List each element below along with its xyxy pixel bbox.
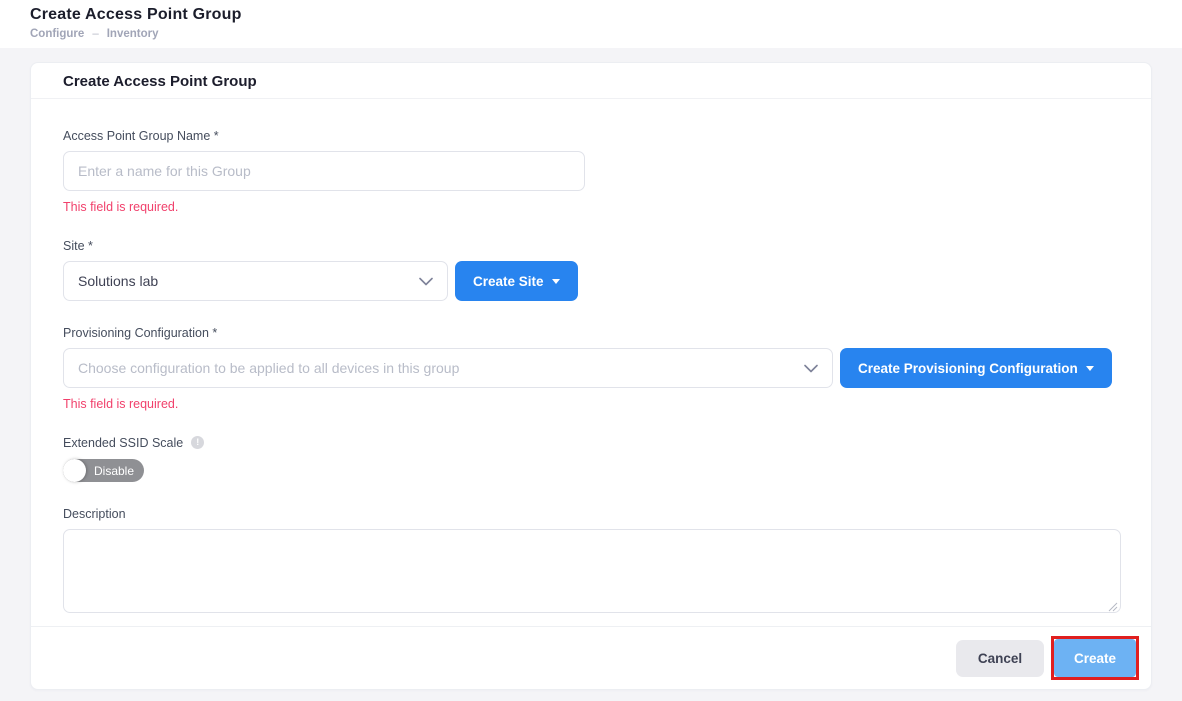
group-name-error: This field is required. — [63, 200, 1119, 214]
caret-down-icon — [1086, 366, 1094, 371]
breadcrumb-item-inventory[interactable]: Inventory — [107, 28, 159, 40]
card-body: Access Point Group Name * This field is … — [31, 99, 1151, 618]
toggle-state-label: Disable — [94, 464, 134, 478]
card-header: Create Access Point Group — [31, 63, 1151, 99]
top-header-bar: Create Access Point Group Configure – In… — [0, 0, 1182, 48]
create-provisioning-configuration-button[interactable]: Create Provisioning Configuration — [840, 348, 1112, 388]
site-select[interactable]: Solutions lab — [63, 261, 448, 301]
chevron-down-icon — [804, 364, 818, 373]
toggle-knob — [63, 459, 86, 482]
resize-handle-icon[interactable] — [1108, 602, 1118, 612]
site-label: Site * — [63, 239, 1119, 253]
provisioning-select[interactable]: Choose configuration to be applied to al… — [63, 348, 833, 388]
site-field-group: Site * Solutions lab Create Site — [63, 239, 1119, 301]
annotation-highlight: Create — [1051, 636, 1139, 680]
extended-ssid-field-group: Extended SSID Scale ! Disable — [63, 436, 1119, 482]
description-field-group: Description — [63, 507, 1119, 618]
group-name-label: Access Point Group Name * — [63, 129, 1119, 143]
description-label: Description — [63, 507, 1119, 521]
group-name-field-group: Access Point Group Name * This field is … — [63, 129, 1119, 214]
group-name-input[interactable] — [63, 151, 585, 191]
card-footer: Cancel Create — [31, 626, 1151, 689]
create-provisioning-configuration-button-label: Create Provisioning Configuration — [858, 361, 1078, 376]
caret-down-icon — [552, 279, 560, 284]
page-title: Create Access Point Group — [30, 6, 1182, 24]
description-textarea[interactable] — [63, 529, 1121, 613]
create-button[interactable]: Create — [1054, 639, 1136, 677]
provisioning-label: Provisioning Configuration * — [63, 326, 1119, 340]
create-site-button[interactable]: Create Site — [455, 261, 578, 301]
cancel-button[interactable]: Cancel — [956, 640, 1044, 677]
chevron-down-icon — [419, 277, 433, 286]
breadcrumb-separator: – — [92, 28, 98, 40]
card-title: Create Access Point Group — [63, 73, 257, 90]
site-select-value: Solutions lab — [78, 273, 158, 289]
extended-ssid-toggle[interactable]: Disable — [63, 459, 144, 482]
create-site-button-label: Create Site — [473, 274, 544, 289]
info-icon[interactable]: ! — [191, 436, 204, 449]
provisioning-field-group: Provisioning Configuration * Choose conf… — [63, 326, 1119, 411]
provisioning-select-placeholder: Choose configuration to be applied to al… — [78, 360, 459, 376]
breadcrumb-item-configure[interactable]: Configure — [30, 28, 84, 40]
breadcrumb: Configure – Inventory — [30, 28, 1182, 40]
extended-ssid-label: Extended SSID Scale — [63, 436, 183, 450]
create-access-point-group-card: Create Access Point Group Access Point G… — [30, 62, 1152, 690]
provisioning-error: This field is required. — [63, 397, 1119, 411]
